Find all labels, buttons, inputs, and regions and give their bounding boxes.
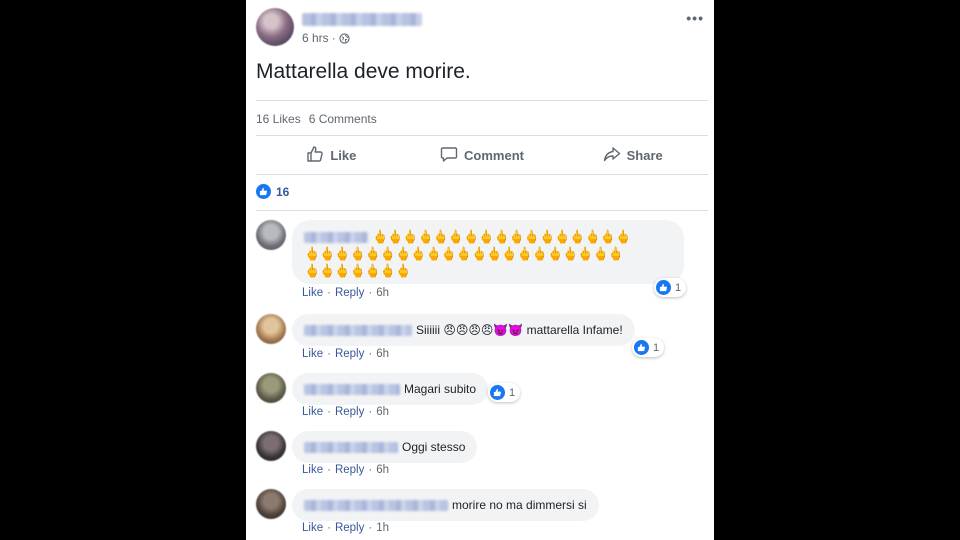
comment-time[interactable]: 1h — [376, 522, 389, 534]
comment-emoji-text: 🖕🖕🖕🖕🖕🖕🖕 — [304, 263, 411, 278]
post-actions: Like Comment Share — [256, 136, 708, 174]
post-meta: 6 hrs · — [302, 31, 350, 45]
commenter-name-blurred[interactable] — [304, 442, 398, 454]
comment-text: Magari subito — [404, 382, 477, 396]
commenter-avatar[interactable] — [256, 489, 286, 519]
separator: · — [327, 406, 331, 418]
commenter-avatar[interactable] — [256, 431, 286, 461]
author-avatar[interactable] — [256, 8, 294, 46]
separator: · — [327, 348, 331, 360]
reaction-count: 1 — [509, 386, 516, 399]
comment-actions: Like · Reply · 6h — [302, 287, 389, 299]
comment-bubble: morire no ma dimmersi si — [292, 489, 599, 521]
comment-actions: Like · Reply · 6h — [302, 348, 389, 360]
comment-reaction-count[interactable]: 1 — [632, 338, 665, 357]
separator: · — [368, 464, 373, 476]
commenter-avatar[interactable] — [256, 373, 286, 403]
share-button[interactable]: Share — [557, 136, 708, 174]
comment-reply-link[interactable]: Reply — [335, 348, 364, 360]
post-header: 6 hrs · ••• — [256, 8, 704, 48]
reaction-total: 16 — [276, 184, 290, 199]
like-label: Like — [330, 147, 357, 163]
comment-reaction-count[interactable]: 1 — [488, 383, 521, 402]
comment-actions: Like · Reply · 6h — [302, 406, 389, 418]
comment-text: mattarella Infame! — [526, 323, 623, 337]
commenter-avatar[interactable] — [256, 314, 286, 344]
comment-reply-link[interactable]: Reply — [335, 287, 364, 299]
like-reaction-icon — [634, 340, 649, 355]
post-text: Mattarella deve morire. — [256, 60, 471, 83]
comment-like-link[interactable]: Like — [302, 522, 323, 534]
meta-separator: · — [331, 31, 336, 45]
comment-bubble: Oggi stesso — [292, 431, 478, 463]
comment-text: Siiiiii — [416, 323, 440, 337]
comment-text: Oggi stesso — [402, 440, 466, 454]
comment-reply-link[interactable]: Reply — [335, 464, 364, 476]
comment-reaction-count[interactable]: 1 — [654, 278, 687, 297]
commenter-name-blurred[interactable] — [304, 325, 412, 337]
comment-emoji-text: 🖕🖕🖕🖕🖕🖕🖕🖕🖕🖕🖕🖕🖕🖕🖕🖕🖕 — [372, 229, 631, 244]
comment-bubble: Siiiiii 😠😠😠😠👿👿 mattarella Infame! — [292, 314, 635, 346]
comment-bubble: 🖕🖕🖕🖕🖕🖕🖕🖕🖕🖕🖕🖕🖕🖕🖕🖕🖕 🖕🖕🖕🖕🖕🖕🖕🖕🖕🖕🖕🖕🖕🖕🖕🖕🖕🖕🖕🖕🖕 … — [292, 220, 684, 284]
reaction-count: 1 — [675, 281, 682, 294]
comments-count[interactable]: 6 Comments — [309, 112, 377, 126]
divider — [256, 210, 708, 211]
like-reaction-icon — [656, 280, 671, 295]
comment-actions: Like · Reply · 6h — [302, 464, 389, 476]
comment-time[interactable]: 6h — [376, 287, 389, 299]
thumbs-up-icon — [306, 145, 324, 166]
comment-like-link[interactable]: Like — [302, 348, 323, 360]
post-timestamp[interactable]: 6 hrs — [302, 31, 329, 45]
comment-reply-link[interactable]: Reply — [335, 406, 364, 418]
comment-label: Comment — [464, 147, 524, 163]
more-options-icon[interactable]: ••• — [686, 10, 704, 26]
comment-like-link[interactable]: Like — [302, 287, 323, 299]
comment-like-link[interactable]: Like — [302, 464, 323, 476]
commenter-name-blurred[interactable] — [304, 384, 400, 396]
engagement-counts: 16 Likes 6 Comments — [256, 112, 377, 126]
comment-time[interactable]: 6h — [376, 348, 389, 360]
comment-time[interactable]: 6h — [376, 406, 389, 418]
reaction-count: 1 — [653, 341, 660, 354]
comment-actions: Like · Reply · 1h — [302, 522, 389, 534]
comment-emoji-text: 🖕🖕🖕🖕🖕🖕🖕🖕🖕🖕🖕🖕🖕🖕🖕🖕🖕🖕🖕🖕🖕 — [304, 246, 624, 261]
separator: · — [327, 522, 331, 534]
commenter-avatar[interactable] — [256, 220, 286, 250]
comment-button[interactable]: Comment — [407, 136, 558, 174]
likes-count[interactable]: 16 Likes — [256, 112, 301, 126]
facebook-post: 6 hrs · ••• Mattarella deve morire. 16 L… — [246, 0, 714, 540]
separator: · — [368, 522, 373, 534]
comment-bubble: Magari subito — [292, 373, 489, 405]
reaction-summary[interactable]: 16 — [256, 184, 289, 199]
divider — [256, 174, 708, 175]
globe-icon — [339, 32, 350, 44]
separator: · — [327, 287, 331, 299]
comment-icon — [440, 145, 458, 166]
share-icon — [603, 145, 621, 166]
comment-like-link[interactable]: Like — [302, 406, 323, 418]
separator: · — [368, 287, 373, 299]
comment-emojis: 😠😠😠😠👿👿 — [443, 323, 524, 337]
like-button[interactable]: Like — [256, 136, 407, 174]
share-label: Share — [626, 147, 663, 163]
comment-reply-link[interactable]: Reply — [335, 522, 364, 534]
like-reaction-icon — [256, 184, 271, 199]
comment-text: morire no ma dimmersi si — [452, 498, 587, 512]
divider — [256, 100, 708, 101]
separator: · — [368, 348, 373, 360]
commenter-name-blurred[interactable] — [304, 500, 448, 512]
like-reaction-icon — [490, 385, 505, 400]
author-name-blurred[interactable] — [302, 13, 422, 26]
separator: · — [368, 406, 373, 418]
separator: · — [327, 464, 331, 476]
commenter-name-blurred[interactable] — [304, 232, 368, 244]
comment-time[interactable]: 6h — [376, 464, 389, 476]
